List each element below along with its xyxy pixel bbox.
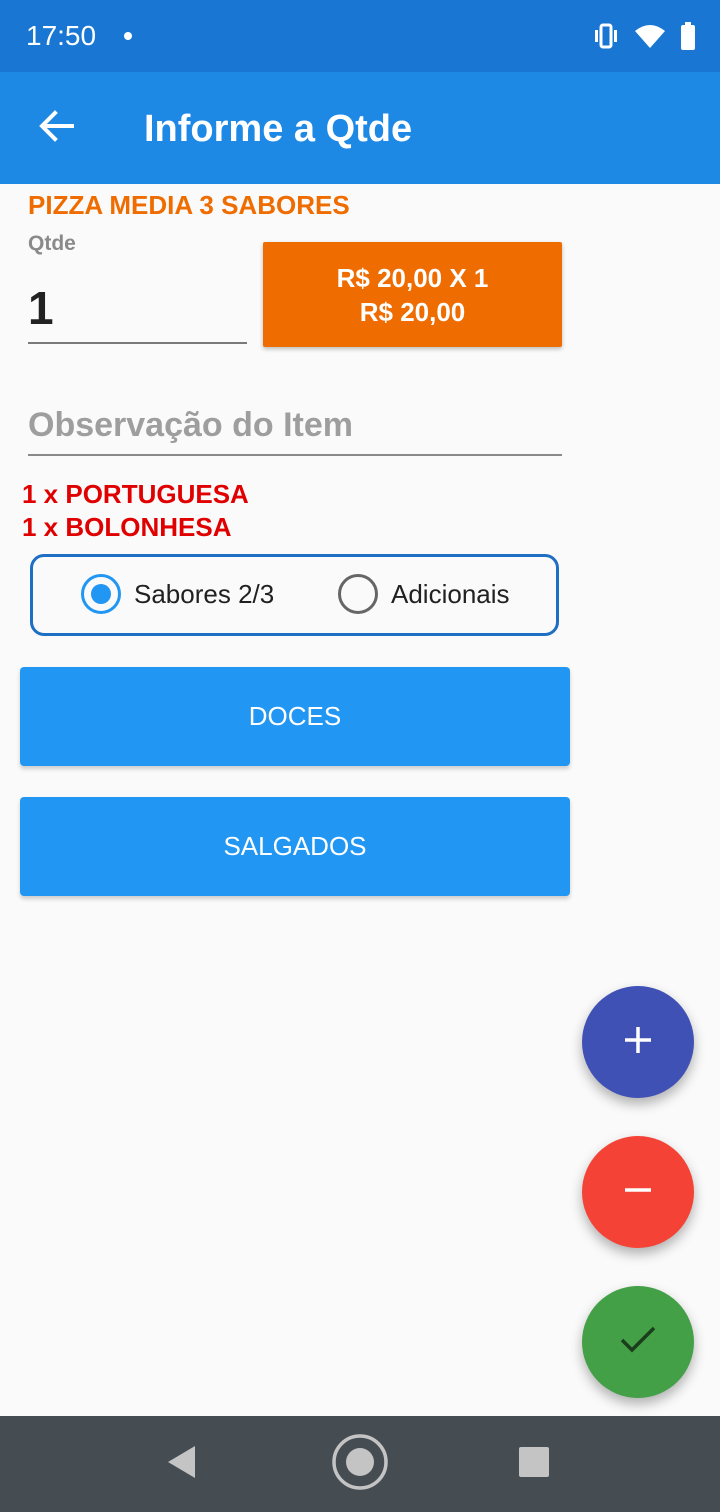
observation-input[interactable] <box>28 396 562 456</box>
wifi-icon <box>634 23 666 49</box>
system-nav-bar <box>0 1416 720 1512</box>
product-name: PIZZA MEDIA 3 SABORES <box>28 190 350 220</box>
qty-input[interactable] <box>28 274 247 344</box>
minus-icon <box>622 1174 654 1211</box>
check-icon <box>618 1324 658 1361</box>
page-title: Informe a Qtde <box>144 108 413 150</box>
status-bar: 17:50 <box>0 0 720 72</box>
nav-home-icon <box>330 1433 390 1495</box>
flavor-item: 1 x BOLONHESA <box>22 512 232 542</box>
status-time: 17:50 <box>26 20 97 51</box>
price-total: R$ 20,00 <box>359 296 466 327</box>
nav-back-icon <box>165 1444 199 1485</box>
flavor-list: 1 x PORTUGUESA 1 x BOLONHESA <box>22 478 249 544</box>
notification-dot-icon <box>124 32 132 40</box>
add-fab-button[interactable] <box>582 986 694 1098</box>
radio-checked-icon[interactable] <box>81 574 121 614</box>
app-bar: Informe a Qtde <box>0 72 720 184</box>
category-salgados-button[interactable]: SALGADOS <box>20 797 570 896</box>
confirm-fab-button[interactable] <box>582 1286 694 1398</box>
price-unit-times-qty: R$ 20,00 X 1 <box>336 262 489 293</box>
nav-home-button[interactable] <box>330 1433 390 1495</box>
radio-adicionais-label: Adicionais <box>391 578 510 609</box>
option-radio-group: Sabores 2/3 Adicionais <box>30 554 559 636</box>
arrow-back-icon <box>38 109 74 147</box>
qty-label: Qtde <box>28 232 76 255</box>
status-icons <box>592 20 696 52</box>
remove-fab-button[interactable] <box>582 1136 694 1248</box>
radio-sabores-label: Sabores 2/3 <box>134 578 275 609</box>
vibrate-icon <box>592 23 620 49</box>
radio-sabores[interactable]: Sabores 2/3 <box>81 574 274 614</box>
nav-back-button[interactable] <box>152 1436 212 1492</box>
battery-icon <box>680 22 696 50</box>
category-doces-button[interactable]: DOCES <box>20 667 570 766</box>
radio-unchecked-icon[interactable] <box>338 574 378 614</box>
back-button[interactable] <box>22 100 90 156</box>
plus-icon <box>622 1024 654 1061</box>
radio-adicionais[interactable]: Adicionais <box>338 574 510 614</box>
nav-recents-icon <box>518 1446 550 1483</box>
price-summary: R$ 20,00 X 1 R$ 20,00 <box>263 242 562 347</box>
flavor-item: 1 x PORTUGUESA <box>22 479 249 509</box>
nav-recents-button[interactable] <box>504 1436 564 1492</box>
